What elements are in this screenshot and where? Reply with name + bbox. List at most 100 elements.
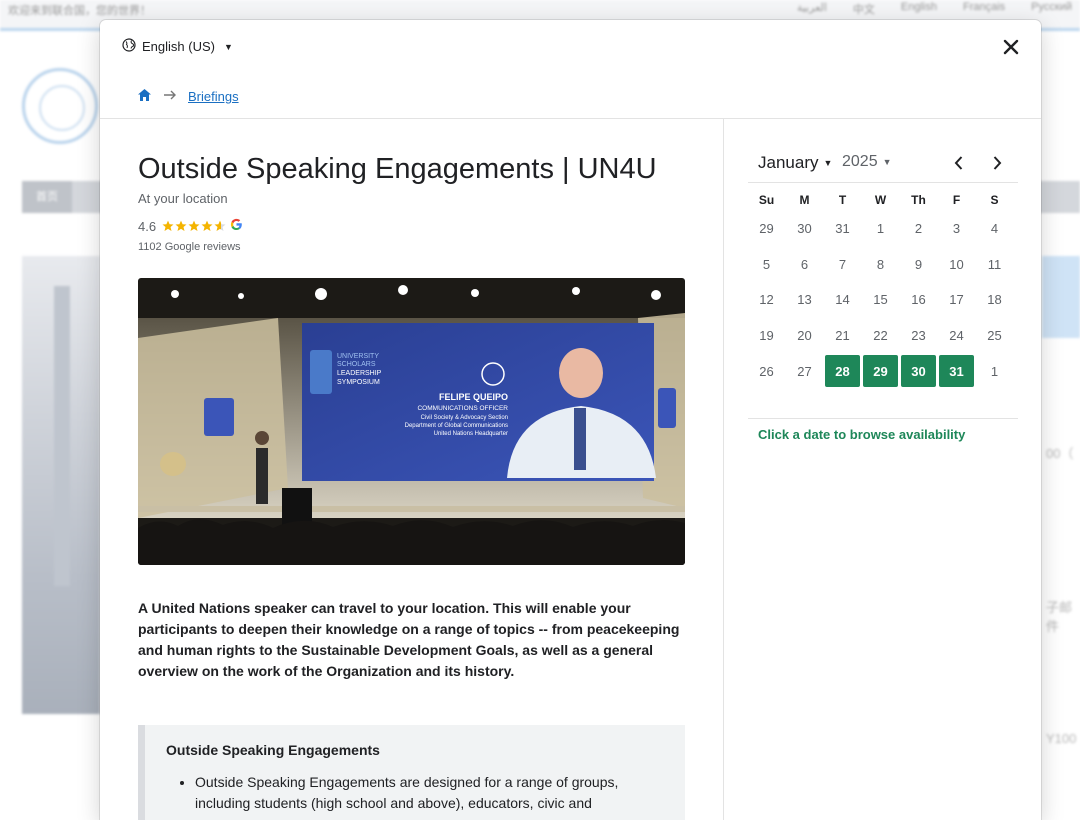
background-lang-link: 中文	[852, 4, 875, 16]
available-date-button[interactable]: 30	[901, 355, 936, 388]
background-lang-link: Русский	[1031, 1, 1072, 13]
star-icon	[162, 220, 174, 231]
language-selector[interactable]: English (US) ▼	[122, 38, 233, 55]
globe-icon	[122, 38, 136, 55]
weekday-header-row: Su M T W Th F S	[749, 189, 1015, 211]
background-lang-link: العربية	[796, 2, 827, 14]
chevron-left-icon	[954, 156, 963, 170]
calendar-day: 10	[949, 256, 964, 272]
calendar-day: 16	[911, 292, 926, 308]
hero-speaker-line5: United Nations Headquarter	[434, 431, 508, 437]
star-rating	[162, 220, 226, 232]
calendar-day: 21	[835, 328, 850, 344]
calendar-day: 6	[800, 256, 809, 272]
breadcrumb-link-briefings[interactable]: Briefings	[188, 89, 239, 104]
caret-down-icon: ▼	[882, 157, 892, 167]
calendar-header: January ▼ 2025 ▼	[724, 151, 1041, 181]
close-icon	[1001, 39, 1021, 61]
language-label: English (US)	[142, 39, 215, 54]
calendar-day: 17	[949, 292, 964, 308]
calendar-day: 26	[759, 363, 774, 379]
info-list: Outside Speaking Engagements are designe…	[166, 772, 665, 814]
calendar-day: 19	[759, 328, 774, 344]
arrow-right-icon	[163, 89, 177, 104]
weekday-label: Th	[911, 193, 926, 207]
calendar-day: 1	[990, 363, 999, 379]
month-label: January	[758, 153, 819, 172]
calendar-week-row: 26 27 28 29 30 31 1	[749, 353, 1015, 389]
calendar-day: 5	[762, 256, 771, 272]
calendar-day: 1	[876, 221, 885, 237]
hero-banner-line1: UNIVERSITY	[337, 353, 379, 360]
background-text-fragment: Y100	[1046, 731, 1077, 746]
calendar-day: 31	[835, 221, 850, 237]
info-heading: Outside Speaking Engagements	[166, 742, 380, 758]
next-month-button[interactable]	[988, 153, 1006, 173]
available-date-button[interactable]: 31	[939, 355, 974, 388]
hero-banner-line2: SCHOLARS	[337, 361, 376, 368]
calendar-day: 3	[952, 221, 961, 237]
year-selector[interactable]: 2025 ▼	[842, 153, 892, 171]
booking-calendar: January ▼ 2025 ▼ Su M T W Th F S 29 30 3…	[724, 119, 1041, 820]
calendar-day: 11	[987, 256, 1002, 272]
calendar-day: 18	[987, 292, 1002, 308]
home-icon[interactable]	[137, 88, 152, 105]
page-title: Outside Speaking Engagements | UN4U	[138, 153, 657, 185]
calendar-day: 9	[914, 256, 923, 272]
calendar-day: 20	[797, 328, 812, 344]
rating-summary: 4.6	[138, 218, 243, 234]
calendar-day: 29	[759, 221, 774, 237]
google-icon	[230, 218, 243, 234]
chevron-right-icon	[993, 156, 1002, 170]
calendar-divider	[748, 418, 1018, 419]
calendar-day: 4	[990, 221, 999, 237]
weekday-label: T	[838, 193, 847, 207]
calendar-day: 8	[876, 256, 885, 272]
hero-speaker-name: FELIPE QUEIPO	[439, 392, 508, 402]
weekday-label: M	[799, 193, 810, 207]
breadcrumb: Briefings	[137, 88, 239, 105]
background-un-logo	[22, 68, 98, 144]
calendar-day: 7	[838, 256, 847, 272]
booking-modal: English (US) ▼ Briefings Outside Speakin…	[100, 20, 1041, 820]
background-welcome-text: 欢迎来到联合国，您的世界！	[8, 5, 151, 17]
calendar-day: 27	[797, 363, 812, 379]
background-city-image	[22, 256, 100, 714]
hero-banner-line4: SYMPOSIUM	[337, 379, 380, 386]
available-date-button[interactable]: 28	[825, 355, 860, 388]
hero-speaker-line4: Department of Global Communications	[405, 423, 508, 429]
rating-value: 4.6	[138, 218, 157, 234]
background-language-links: العربية 中文 English Français Русский	[797, 1, 1072, 17]
calendar-day: 30	[797, 221, 812, 237]
calendar-week-row: 5 6 7 8 9 10 11	[749, 247, 1015, 283]
listing-details: Outside Speaking Engagements | UN4U At y…	[100, 119, 724, 820]
calendar-day: 12	[759, 292, 774, 308]
background-lang-link: Français	[962, 1, 1006, 13]
weekday-label: W	[874, 193, 887, 207]
hero-speaker-line3: Civil Society & Advocacy Section	[421, 415, 508, 421]
calendar-divider	[748, 182, 1018, 183]
review-count: 1102 Google reviews	[138, 241, 241, 253]
calendar-grid: Su M T W Th F S 29 30 31 1 2 3 4 5 6 7 8…	[749, 189, 1015, 389]
listing-description: A United Nations speaker can travel to y…	[138, 600, 680, 679]
available-date-button[interactable]: 29	[863, 355, 898, 388]
hero-banner-line3: LEADERSHIP	[337, 370, 382, 377]
weekday-label: Su	[758, 193, 775, 207]
close-button[interactable]	[1001, 37, 1021, 57]
weekday-label: S	[990, 193, 999, 207]
location-label: At your location	[138, 191, 228, 206]
previous-month-button[interactable]	[950, 153, 968, 173]
calendar-day: 25	[987, 328, 1002, 344]
star-icon	[175, 220, 187, 231]
info-callout: Outside Speaking Engagements Outside Spe…	[138, 725, 685, 820]
modal-header: English (US) ▼ Briefings	[100, 20, 1041, 119]
caret-down-icon: ▼	[223, 41, 233, 52]
calendar-day: 22	[873, 328, 888, 344]
weekday-label: F	[952, 193, 961, 207]
month-selector[interactable]: January ▼	[758, 153, 832, 173]
caret-down-icon: ▼	[823, 158, 833, 168]
background-text-fragment: 00（	[1046, 446, 1074, 461]
calendar-day: 15	[873, 292, 888, 308]
info-list-item: Outside Speaking Engagements are designe…	[195, 772, 665, 814]
background-blue-panel	[1042, 256, 1080, 338]
